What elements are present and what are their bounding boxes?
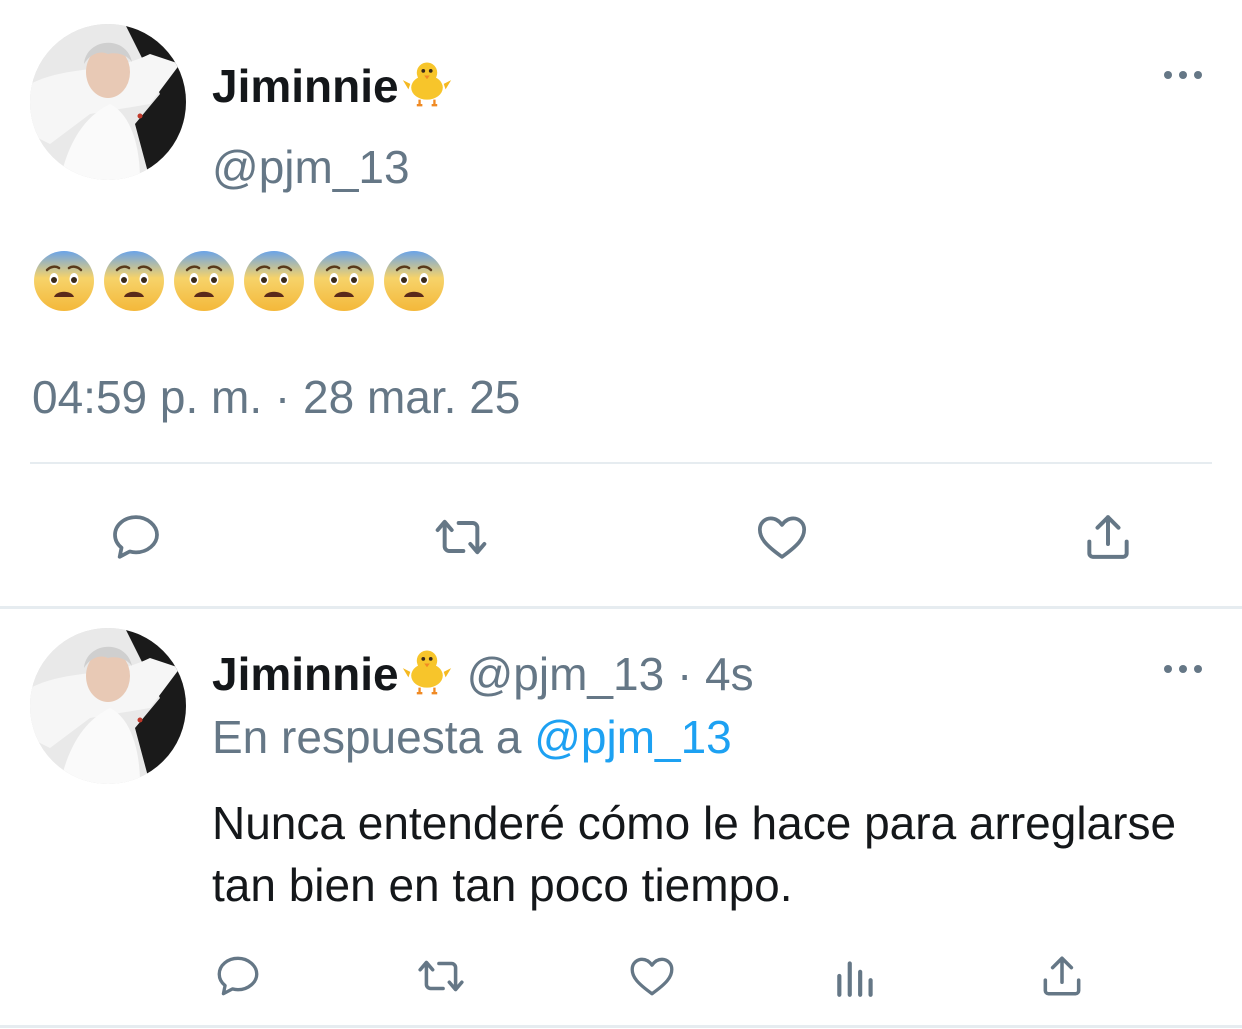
- tweet-text: Nunca entenderé cómo le hace para arregl…: [212, 797, 1177, 911]
- reply-icon: [217, 956, 259, 996]
- in-reply-prefix: En respuesta a: [212, 711, 522, 763]
- display-name[interactable]: Jiminnie: [212, 56, 453, 113]
- avatar[interactable]: [30, 628, 186, 784]
- share-icon: [1043, 956, 1081, 996]
- mention-link[interactable]: @pjm_13: [534, 711, 732, 763]
- fearful-face-emoji: [32, 249, 96, 313]
- avatar-image: [30, 24, 186, 180]
- reply-header: Jiminnie @pjm_13 · 4s: [212, 644, 754, 701]
- fearful-face-emoji: [312, 249, 376, 313]
- fearful-face-emoji: [242, 249, 306, 313]
- tweet-thread: Jiminnie @pjm_13 04:59 p. m. · 28 mar. 2…: [0, 0, 1242, 1029]
- more-options-icon[interactable]: [1162, 662, 1204, 676]
- analytics-icon: [837, 961, 873, 997]
- tweet-timestamp[interactable]: 04:59 p. m. · 28 mar. 25: [32, 370, 520, 424]
- fearful-face-emoji: [382, 249, 446, 313]
- reply-meta[interactable]: @pjm_13 · 4s: [467, 648, 754, 700]
- tweet-body: [32, 249, 446, 313]
- retweet-icon: [418, 960, 464, 992]
- reply-icon: [113, 515, 159, 559]
- like-button[interactable]: [624, 948, 680, 1004]
- display-name-text[interactable]: Jiminnie: [212, 648, 399, 700]
- divider: [30, 462, 1212, 464]
- chick-emoji: [401, 56, 453, 108]
- analytics-button[interactable]: [828, 948, 884, 1004]
- divider: [0, 1025, 1242, 1028]
- avatar-image: [30, 628, 186, 784]
- share-icon: [1087, 515, 1129, 559]
- share-button[interactable]: [1034, 948, 1090, 1004]
- like-icon: [630, 957, 674, 996]
- retweet-icon: [435, 519, 487, 555]
- retweet-button[interactable]: [426, 505, 496, 569]
- reply-button[interactable]: [210, 948, 266, 1004]
- like-icon: [757, 516, 807, 559]
- display-name-text: Jiminnie: [212, 60, 399, 112]
- fearful-face-emoji: [172, 249, 236, 313]
- retweet-button[interactable]: [410, 948, 472, 1004]
- share-button[interactable]: [1076, 505, 1140, 569]
- fearful-face-emoji: [102, 249, 166, 313]
- divider: [0, 606, 1242, 609]
- chick-emoji: [401, 644, 453, 696]
- user-handle[interactable]: @pjm_13: [212, 140, 410, 194]
- in-reply-to: En respuesta a @pjm_13: [212, 710, 732, 764]
- like-button[interactable]: [750, 505, 814, 569]
- avatar[interactable]: [30, 24, 186, 180]
- more-options-icon[interactable]: [1162, 68, 1204, 82]
- reply-button[interactable]: [104, 505, 168, 569]
